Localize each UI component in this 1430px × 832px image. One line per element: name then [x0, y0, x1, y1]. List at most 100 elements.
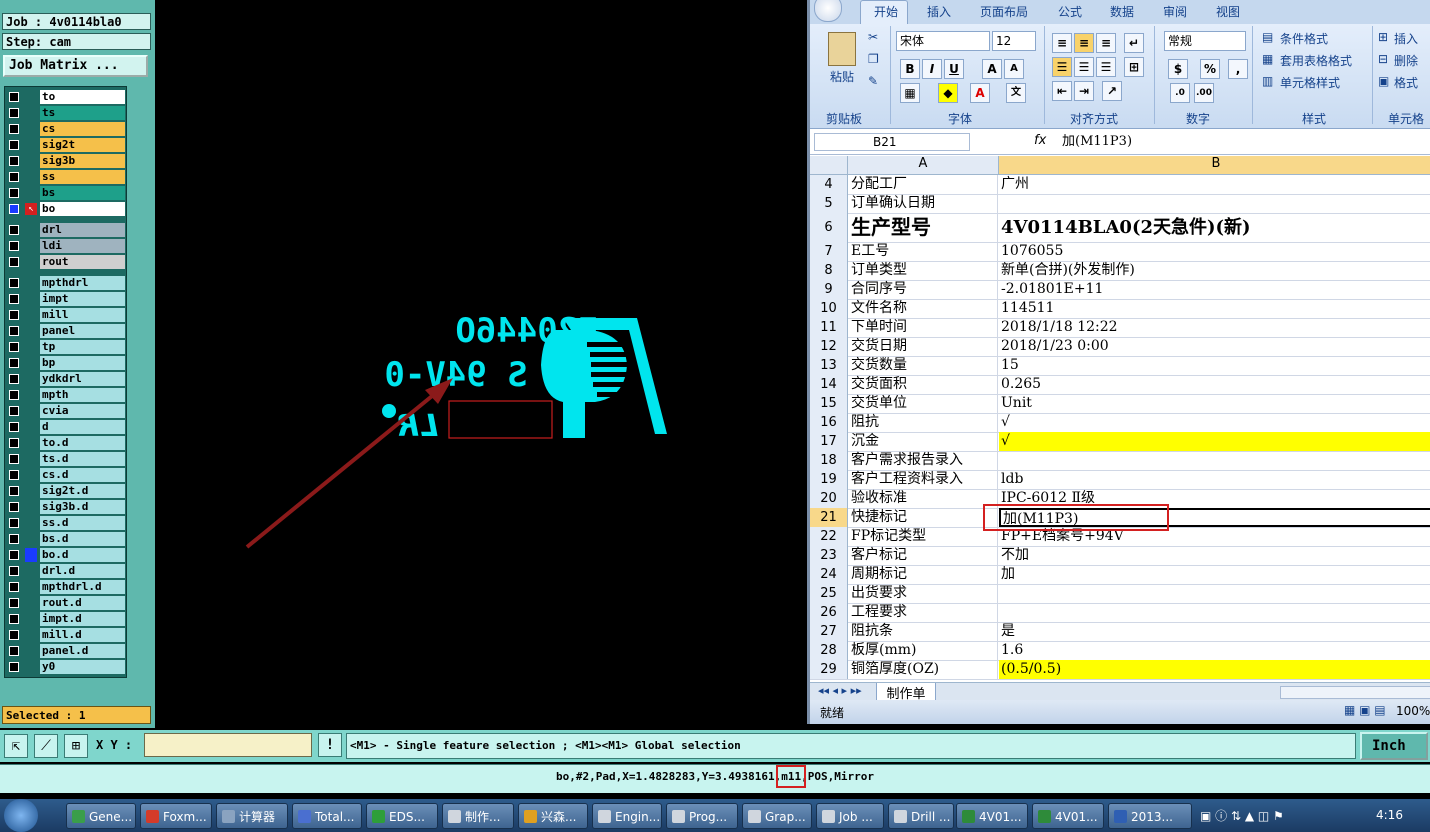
layer-row[interactable]: cs [5, 121, 126, 137]
layer-checkbox[interactable] [9, 108, 19, 118]
sheet-row[interactable]: 25 出货要求 [810, 584, 1430, 604]
align-left-icon[interactable]: ☰ [1052, 57, 1072, 77]
cell-styles-icon[interactable]: ▥ [1262, 74, 1273, 88]
unit-selector[interactable]: Inch [1360, 732, 1428, 760]
layer-row[interactable]: mpthdrl [5, 275, 126, 291]
cell-styles-button[interactable]: 单元格样式 [1280, 74, 1340, 91]
cell-b[interactable]: 加 [999, 565, 1430, 584]
wrap-text-icon[interactable]: ↵ [1124, 33, 1144, 53]
layer-row[interactable]: impt [5, 291, 126, 307]
cell-a[interactable]: 阻抗 [848, 413, 998, 432]
taskbar-item[interactable]: Total... [292, 803, 362, 829]
currency-icon[interactable]: $ [1168, 59, 1188, 79]
layer-checkbox[interactable] [9, 470, 19, 480]
layer-checkbox[interactable] [9, 614, 19, 624]
sheet-row[interactable]: 19 客户工程资料录入 ldb [810, 470, 1430, 490]
cell-b[interactable]: 4V0114BLA0(2天急件)(新) [999, 213, 1430, 242]
taskbar-item[interactable]: 4V01... [956, 803, 1028, 829]
shrink-font-icon[interactable]: A [1004, 59, 1024, 79]
cell-a[interactable]: 下单时间 [848, 318, 998, 337]
zoom-level[interactable]: 100% [1396, 704, 1430, 718]
cell-a[interactable]: 阻抗条 [848, 622, 998, 641]
layer-checkbox[interactable] [9, 550, 19, 560]
layer-row[interactable]: ↖ bo [5, 201, 126, 217]
layer-checkbox[interactable] [9, 310, 19, 320]
layer-row[interactable]: ts.d [5, 451, 126, 467]
layer-checkbox[interactable] [9, 502, 19, 512]
layer-row[interactable]: mill.d [5, 627, 126, 643]
cell-b[interactable]: -2.01801E+11 [999, 280, 1430, 299]
layer-checkbox[interactable] [9, 534, 19, 544]
layer-row[interactable]: drl.d [5, 563, 126, 579]
grid-snap-icon[interactable]: ⊞ [64, 734, 88, 758]
layer-row[interactable]: sig3b [5, 153, 126, 169]
layer-row[interactable]: panel [5, 323, 126, 339]
cell-a[interactable]: 板厚(mm) [848, 641, 998, 660]
merge-cells-icon[interactable]: ⊞ [1124, 57, 1144, 77]
layer-row[interactable]: sig3b.d [5, 499, 126, 515]
taskbar-item[interactable]: Prog... [666, 803, 738, 829]
text-orientation-icon[interactable]: ↗ [1102, 81, 1122, 101]
row-number[interactable]: 8 [810, 261, 848, 280]
cell-b[interactable]: ldb [999, 470, 1430, 489]
layer-row[interactable]: rout.d [5, 595, 126, 611]
cell-a[interactable]: 出货要求 [848, 584, 998, 603]
row-number[interactable]: 25 [810, 584, 848, 603]
align-top-icon[interactable]: ≡ [1052, 33, 1072, 53]
row-number[interactable]: 10 [810, 299, 848, 318]
row-number[interactable]: 29 [810, 660, 848, 679]
layer-checkbox[interactable] [9, 124, 19, 134]
table-format-icon[interactable]: ▦ [1262, 52, 1273, 66]
layer-row[interactable]: mpth [5, 387, 126, 403]
row-number[interactable]: 14 [810, 375, 848, 394]
cell-b[interactable]: 15 [999, 356, 1430, 375]
layer-row[interactable]: bs [5, 185, 126, 201]
layer-row[interactable]: ts [5, 105, 126, 121]
layer-checkbox[interactable] [9, 140, 19, 150]
layer-checkbox[interactable] [9, 390, 19, 400]
layer-checkbox[interactable] [9, 422, 19, 432]
align-middle-icon[interactable]: ≡ [1074, 33, 1094, 53]
tab-view[interactable]: 视图 [1216, 3, 1240, 20]
paste-button[interactable]: 粘贴 [830, 68, 854, 85]
taskbar-item[interactable]: Drill ... [888, 803, 954, 829]
conditional-format-icon[interactable]: ▤ [1262, 30, 1273, 44]
sheet-row[interactable]: 4 分配工厂 广州 [810, 175, 1430, 195]
sheet-row[interactable]: 7 E工号 1076055 [810, 242, 1430, 262]
layer-row[interactable]: tp [5, 339, 126, 355]
bold-button[interactable]: B [900, 59, 920, 79]
tab-page-layout[interactable]: 页面布局 [980, 3, 1028, 20]
taskbar-item[interactable]: EDS... [366, 803, 438, 829]
row-number[interactable]: 19 [810, 470, 848, 489]
column-a-header[interactable]: A [848, 156, 999, 174]
percent-button[interactable]: % [1200, 59, 1220, 79]
format-painter-icon[interactable]: ✎ [868, 74, 878, 88]
layer-checkbox[interactable] [9, 566, 19, 576]
office-button[interactable] [814, 0, 842, 22]
layer-checkbox[interactable] [9, 241, 19, 251]
taskbar-item[interactable]: Grap... [742, 803, 812, 829]
layer-row[interactable]: sig2t.d [5, 483, 126, 499]
cell-a[interactable]: 沉金 [848, 432, 998, 451]
sheet-row[interactable]: 6 生产型号 4V0114BLA0(2天急件)(新) [810, 213, 1430, 243]
layer-checkbox[interactable] [9, 454, 19, 464]
cell-b[interactable] [999, 603, 1430, 622]
row-number[interactable]: 24 [810, 565, 848, 584]
cell-a[interactable]: 周期标记 [848, 565, 998, 584]
format-cells-icon[interactable]: ▣ [1378, 74, 1389, 88]
row-number[interactable]: 26 [810, 603, 848, 622]
cell-a[interactable]: 合同序号 [848, 280, 998, 299]
sheet-nav-icon[interactable]: ◂◂ ◂ ▸ ▸▸ [818, 684, 862, 697]
layer-checkbox[interactable] [9, 662, 19, 672]
cell-a[interactable]: 订单类型 [848, 261, 998, 280]
decrease-decimal-icon[interactable]: .00 [1194, 83, 1214, 103]
cell-b[interactable]: 114511 [999, 299, 1430, 318]
sheet-row[interactable]: 17 沉金 √ [810, 432, 1430, 452]
row-number[interactable]: 6 [810, 213, 848, 242]
xy-input[interactable] [144, 733, 312, 757]
cell-b[interactable]: 1.6 [999, 641, 1430, 660]
layer-row[interactable]: impt.d [5, 611, 126, 627]
layer-row[interactable]: cs.d [5, 467, 126, 483]
cell-b[interactable]: √ [999, 413, 1430, 432]
decrease-indent-icon[interactable]: ⇤ [1052, 81, 1072, 101]
